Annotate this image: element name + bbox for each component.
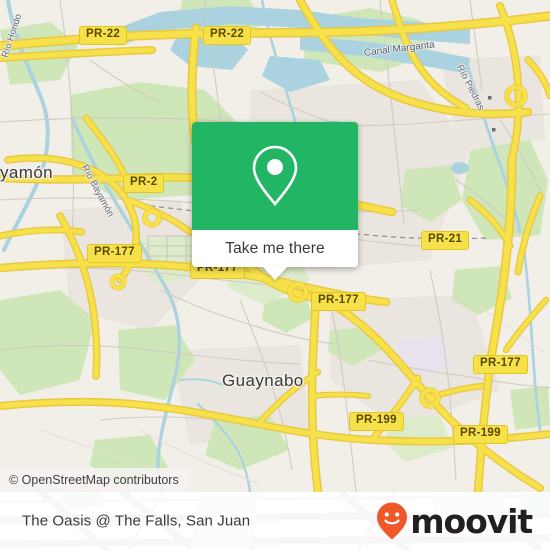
highway-shield-pr-177-east[interactable]: PR-177 <box>473 355 528 374</box>
map-canvas[interactable]: yamón Guaynabo Río Hondo Río Bayamón Can… <box>0 0 550 492</box>
map-pin-icon <box>252 145 298 207</box>
highway-shield-pr-199-east[interactable]: PR-199 <box>453 425 508 444</box>
location-title: The Oasis @ The Falls, San Juan <box>22 512 251 530</box>
take-me-there-label: Take me there <box>225 239 325 257</box>
highway-shield-pr-22-east[interactable]: PR-22 <box>203 26 252 45</box>
highway-shield-pr-2[interactable]: PR-2 <box>123 174 165 193</box>
highway-shield-pr-199-center[interactable]: PR-199 <box>349 412 404 431</box>
moovit-logo[interactable]: moovit <box>375 501 533 541</box>
location-popup-card[interactable]: Take me there <box>192 122 358 280</box>
highway-shield-pr-22-west[interactable]: PR-22 <box>79 26 128 45</box>
take-me-there-button[interactable]: Take me there <box>192 230 358 280</box>
popup-icon-area <box>192 122 358 230</box>
map-screen: yamón Guaynabo Río Hondo Río Bayamón Can… <box>0 0 550 550</box>
highway-shield-pr-177-west[interactable]: PR-177 <box>87 244 142 263</box>
popup-pointer-tail <box>262 266 288 280</box>
footer-bar: The Oasis @ The Falls, San Juan moovit <box>0 492 550 550</box>
osm-attribution[interactable]: © OpenStreetMap contributors <box>0 468 189 492</box>
moovit-pin-smile-icon <box>377 502 408 540</box>
moovit-wordmark: moovit <box>410 501 533 541</box>
highway-shield-pr-177-mid[interactable]: PR-177 <box>311 292 366 311</box>
highway-shield-pr-21[interactable]: PR-21 <box>421 231 470 250</box>
